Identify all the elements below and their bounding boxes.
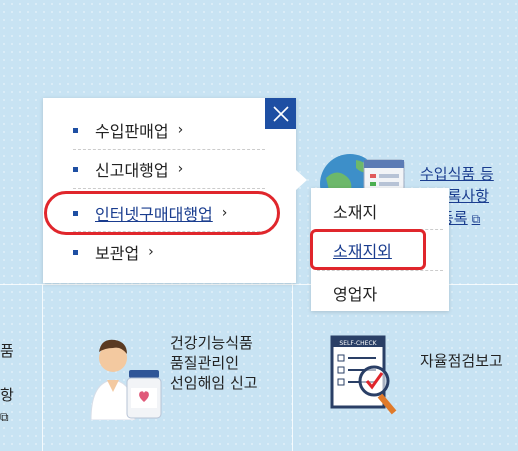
chevron-right-icon: › xyxy=(177,122,184,138)
external-link-icon: ⧉ xyxy=(471,212,481,226)
submenu-item-business-operator[interactable]: 영업자 xyxy=(333,281,377,305)
highlight-box xyxy=(310,229,426,270)
menu-item-storage[interactable]: 보관업 › xyxy=(73,240,154,264)
menu-item-label: 보관업 xyxy=(95,244,140,263)
bullet-icon xyxy=(73,249,78,255)
chevron-right-icon: › xyxy=(148,244,154,260)
card-line: 수입식품 등 xyxy=(420,165,494,183)
left-cut-text: 품 xyxy=(0,342,14,360)
close-button[interactable] xyxy=(265,98,296,129)
left-cut-text: 항 xyxy=(0,386,14,404)
menu-item-report-agency[interactable]: 신고대행업 › xyxy=(73,157,183,181)
self-check-report-link[interactable]: 자율점검보고 xyxy=(420,350,503,371)
highlight-oval xyxy=(44,191,280,235)
chevron-right-icon: › xyxy=(177,161,184,177)
menu-divider xyxy=(73,149,265,150)
bullet-icon xyxy=(73,127,78,133)
bullet-icon xyxy=(73,166,78,172)
health-line: 품질관리인 xyxy=(170,354,240,372)
menu-item-import-sales[interactable]: 수입판매업 › xyxy=(73,118,183,142)
external-link-icon: ⧉ xyxy=(0,410,9,424)
self-check-icon-text: SELF-CHECK xyxy=(339,340,377,347)
submenu-item-location[interactable]: 소재지 xyxy=(333,199,377,223)
menu-divider xyxy=(73,188,265,189)
grid-divider xyxy=(42,284,43,451)
grid-divider xyxy=(292,284,293,451)
health-line: 선임해임 신고 xyxy=(170,374,258,392)
submenu-divider xyxy=(317,270,443,271)
menu-item-label: 신고대행업 xyxy=(95,161,169,180)
menu-pointer xyxy=(296,170,307,190)
menu-item-label: 수입판매업 xyxy=(95,122,169,141)
health-food-manager-link[interactable]: 건강기능식품 품질관리인 선임해임 신고 xyxy=(170,333,258,393)
health-line: 건강기능식품 xyxy=(170,334,253,352)
self-check-icon: SELF-CHECK xyxy=(330,335,397,415)
close-icon xyxy=(272,105,289,122)
pharmacist-bottle-icon xyxy=(90,339,162,420)
